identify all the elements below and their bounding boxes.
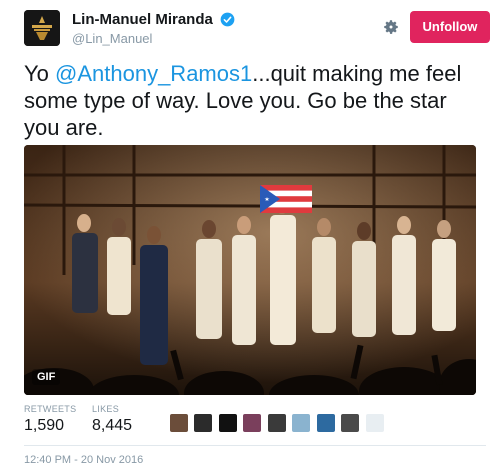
likes-label: LIKES	[92, 404, 120, 414]
divider	[24, 445, 486, 446]
liker-avatar[interactable]	[218, 414, 237, 432]
stage-photo	[24, 145, 476, 395]
gif-badge: GIF	[32, 369, 61, 385]
tweet-text: Yo @Anthony_Ramos1...quit making me feel…	[24, 60, 464, 141]
likes-count: 8,445	[92, 417, 133, 434]
tweet-header: Lin-Manuel Miranda @Lin_Manuel Unfollow	[24, 8, 490, 50]
display-name[interactable]: Lin-Manuel Miranda	[72, 11, 213, 28]
gif-media[interactable]: GIF	[24, 145, 476, 395]
liker-avatar[interactable]	[365, 414, 384, 432]
liker-avatar[interactable]	[170, 414, 188, 432]
liker-avatar[interactable]	[267, 414, 286, 432]
likes-stat[interactable]: LIKES 8,445	[92, 404, 132, 435]
avatar[interactable]	[24, 10, 60, 46]
liker-avatar[interactable]	[243, 414, 262, 432]
author-block: Lin-Manuel Miranda @Lin_Manuel	[72, 11, 235, 46]
hamilton-logo-icon	[24, 10, 60, 46]
liker-avatar[interactable]	[341, 414, 360, 432]
tweet-stats: RETWEETS 1,590 LIKES 8,445	[24, 404, 486, 442]
verified-badge-icon	[220, 12, 235, 27]
liker-avatar[interactable]	[316, 414, 335, 432]
retweets-count: 1,590	[24, 417, 65, 434]
mention-link[interactable]: @Anthony_Ramos1	[55, 61, 252, 86]
gear-icon[interactable]	[382, 18, 400, 36]
liker-avatars	[170, 414, 386, 432]
retweets-label: RETWEETS	[24, 404, 77, 414]
liker-avatar[interactable]	[292, 414, 311, 432]
flag	[260, 185, 312, 213]
unfollow-button[interactable]: Unfollow	[410, 11, 490, 43]
user-handle[interactable]: @Lin_Manuel	[72, 31, 235, 46]
tweet-timestamp[interactable]: 12:40 PM - 20 Nov 2016	[24, 454, 143, 466]
tweet-text-prefix: Yo	[24, 61, 56, 86]
retweets-stat[interactable]: RETWEETS 1,590	[24, 404, 76, 435]
liker-avatar[interactable]	[194, 414, 213, 432]
